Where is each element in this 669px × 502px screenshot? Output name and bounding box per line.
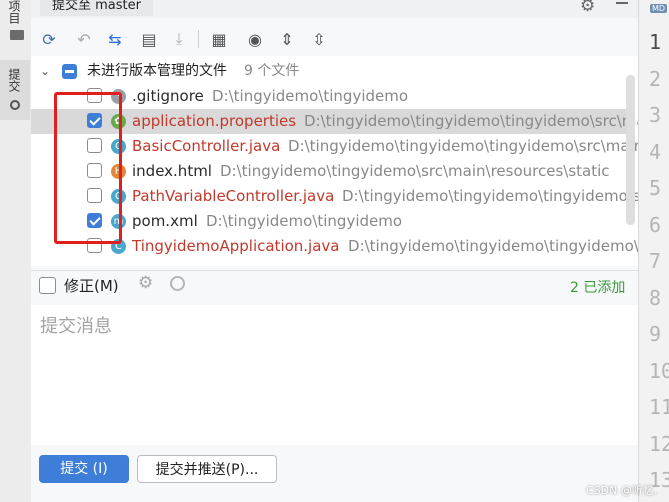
shelve-icon[interactable]: ⤓ (168, 28, 190, 50)
changes-tree: ⌄ 未进行版本管理的文件 9 个文件 · .gitignore D:\tingyid… (31, 56, 638, 266)
file-name: .gitignore (132, 87, 204, 105)
tab-commit-to-master[interactable]: 提交至 master (40, 0, 153, 16)
file-path: D:\tingyidemo\tingyidemo (212, 87, 409, 105)
line-number: 1 (649, 30, 662, 54)
history-clock-icon[interactable] (170, 276, 185, 291)
editor-line-gutter: MD 1 2 3 4 5 6 7 8 9 10 11 12 13 (638, 0, 669, 502)
partial-check-icon (65, 70, 74, 73)
line-number: 6 (649, 212, 662, 237)
line-number: 5 (649, 176, 662, 200)
commit-message-placeholder: 提交消息 (40, 316, 112, 337)
chevron-down-icon[interactable]: ⌄ (40, 59, 50, 84)
expand-all-icon[interactable]: ⇕ (276, 28, 298, 50)
added-status: 2 已添加 (570, 280, 626, 296)
file-name: TingyidemoApplication.java (132, 237, 340, 255)
file-path: D:\tingyidemo\tingyidemo\tingyidemo\src\… (304, 112, 638, 130)
project-tool-label[interactable]: 项目 (6, 0, 23, 24)
csdn-watermark: CSDN @听忆. (586, 484, 658, 497)
line-number: 4 (649, 139, 662, 164)
file-name: index.html (132, 162, 212, 180)
file-path: D:\tingyidemo\tingyidemo\src\main\resour… (220, 162, 610, 180)
project-folder-icon[interactable] (10, 30, 24, 40)
diff-icon[interactable]: ⇆ (104, 28, 126, 50)
view-options-icon[interactable]: ◉ (244, 28, 266, 50)
toolbar-separator (198, 30, 199, 48)
group-checkbox[interactable] (62, 64, 77, 79)
checkbox-highlight-annotation (54, 92, 122, 244)
settings-gear-icon[interactable]: ⚙ (580, 0, 595, 16)
file-name: BasicController.java (132, 137, 281, 155)
line-number: 12 (649, 431, 669, 456)
line-number: 9 (649, 322, 662, 346)
file-path: D:\tingyidemo\tingyidemo\tingyidemo\src\… (342, 187, 638, 205)
file-path: D:\tingyidemo\tingyidemo\tingyidemo\src\… (288, 137, 638, 155)
commit-and-push-button[interactable]: 提交并推送(P)... (137, 455, 277, 483)
group-by-icon[interactable]: ▦ (208, 28, 230, 50)
line-number: 7 (649, 249, 662, 273)
commit-message-area[interactable] (31, 305, 638, 445)
minimize-icon[interactable] (616, 2, 628, 4)
commit-tool-icon (10, 100, 20, 110)
unversioned-group-row[interactable]: ⌄ 未进行版本管理的文件 9 个文件 (31, 59, 631, 84)
changelist-icon[interactable]: ▤ (138, 28, 160, 50)
line-number: 3 (649, 103, 662, 127)
line-number: 8 (649, 285, 662, 310)
file-path: D:\tingyidemo\tingyidemo (206, 212, 403, 230)
file-name: application.properties (132, 112, 297, 130)
markdown-badge: MD (650, 4, 668, 13)
commit-button[interactable]: 提交 (I) (39, 455, 129, 483)
file-list-scrollbar[interactable] (626, 75, 635, 225)
group-file-count: 9 个文件 (244, 63, 300, 79)
commit-tool-label[interactable]: 提交 (6, 68, 23, 92)
commit-options-gear-icon[interactable]: ⚙ (138, 273, 153, 293)
amend-checkbox[interactable] (39, 277, 56, 294)
line-number: 11 (649, 395, 669, 419)
amend-label[interactable]: 修正(M) (64, 275, 119, 296)
line-number: 10 (649, 358, 669, 383)
rollback-icon[interactable]: ↶ (73, 28, 95, 50)
amend-bar (31, 270, 638, 306)
group-label: 未进行版本管理的文件 (87, 63, 227, 79)
file-name: PathVariableController.java (132, 187, 335, 205)
refresh-icon[interactable]: ⟳ (38, 28, 60, 50)
file-name: pom.xml (132, 212, 198, 230)
line-number: 2 (649, 66, 662, 91)
file-path: D:\tingyidemo\tingyidemo\tingyidemo\src\… (348, 237, 638, 255)
left-tool-strip: 项目 提交 (0, 0, 32, 502)
collapse-all-icon[interactable]: ⇳ (308, 28, 330, 50)
